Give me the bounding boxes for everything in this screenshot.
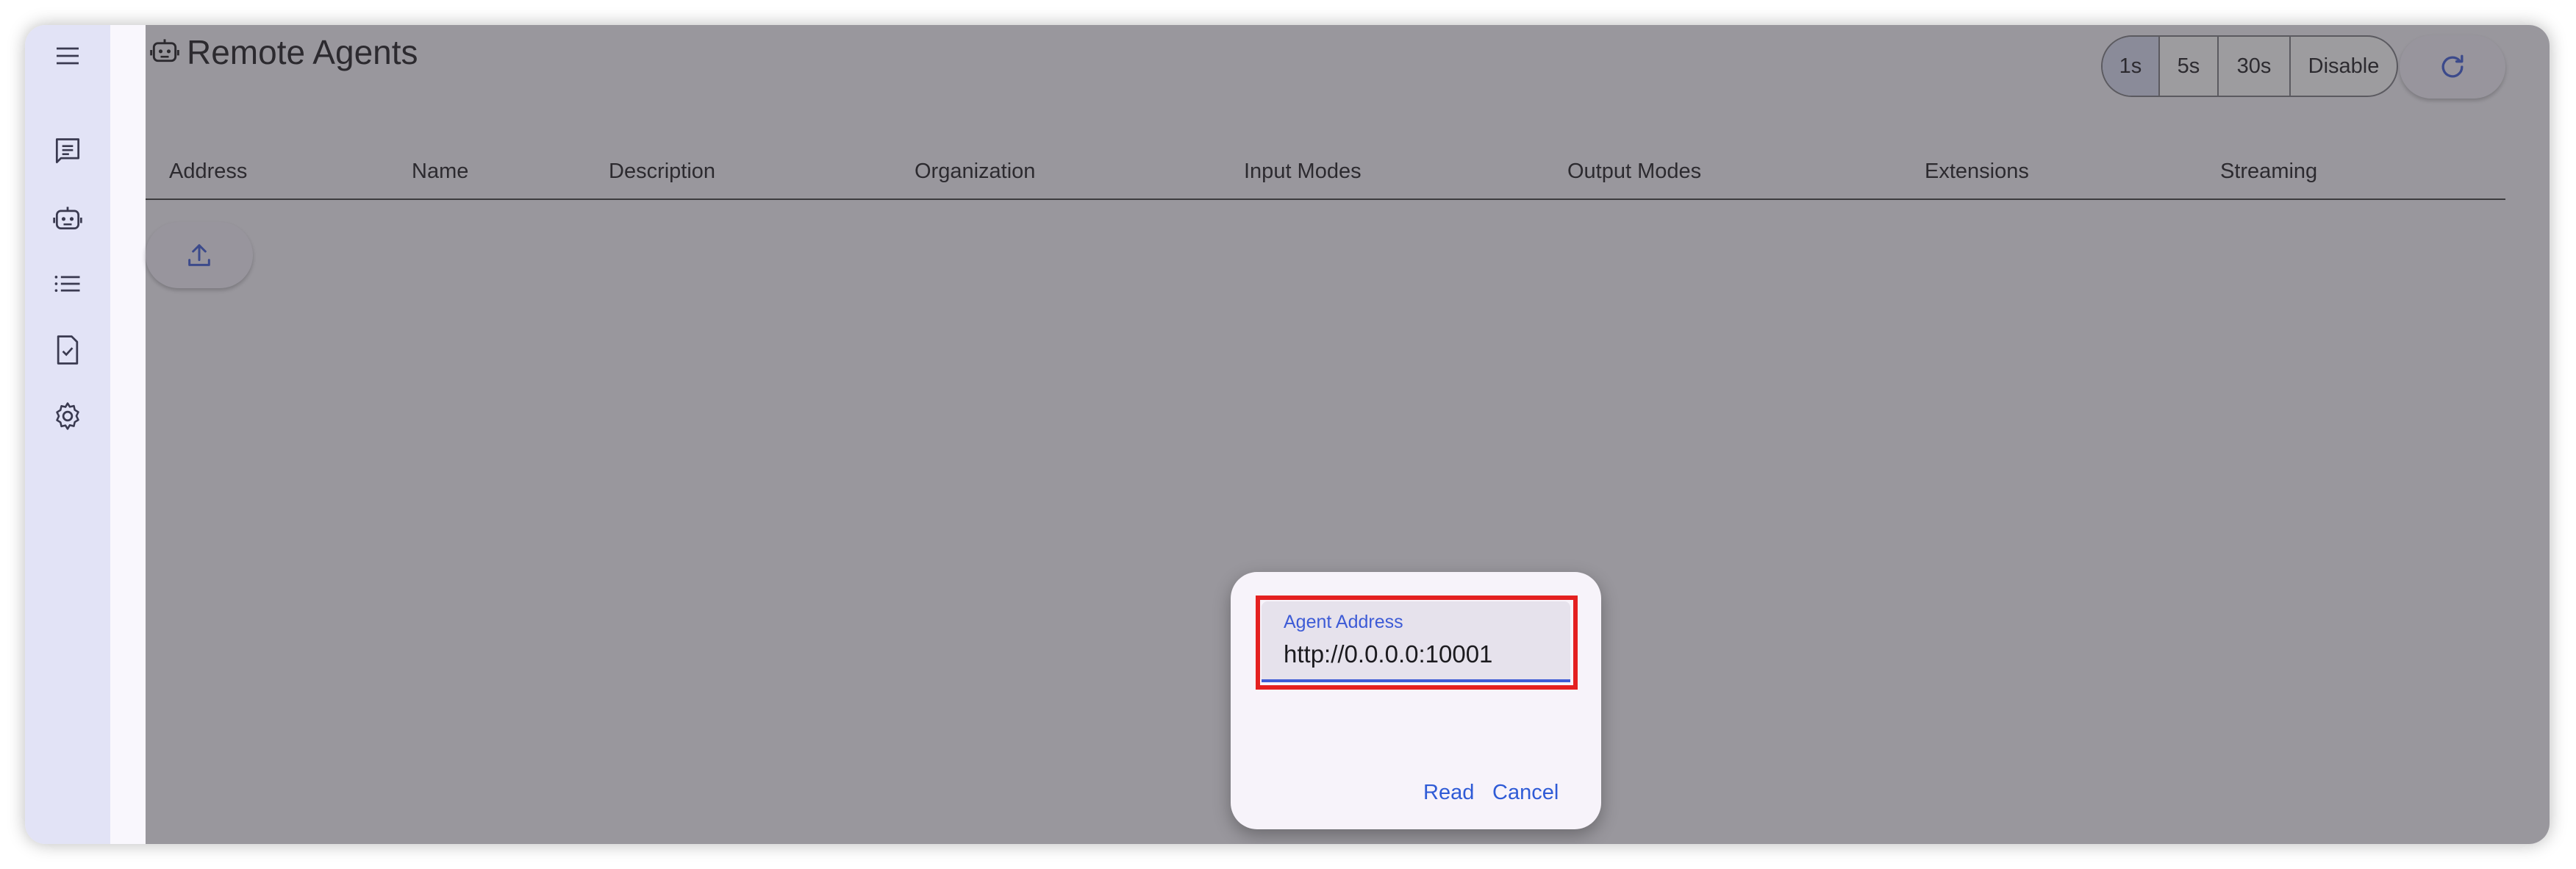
chat-icon[interactable]: [47, 131, 88, 172]
menu-icon[interactable]: [47, 35, 88, 76]
gear-icon[interactable]: [47, 396, 88, 437]
content-gutter: [110, 25, 146, 844]
agent-address-dialog: Agent Address Read Cancel: [1231, 572, 1601, 829]
cancel-button[interactable]: Cancel: [1492, 781, 1559, 805]
task-icon[interactable]: [47, 329, 88, 371]
read-button[interactable]: Read: [1423, 781, 1474, 805]
app-window: Remote Agents 1s 5s 30s Disable Address …: [25, 25, 2550, 844]
agent-address-label: Agent Address: [1284, 612, 1403, 632]
robot-icon[interactable]: [47, 197, 88, 238]
nav-rail: [25, 25, 110, 844]
agent-address-field[interactable]: Agent Address: [1262, 601, 1570, 682]
list-icon[interactable]: [47, 263, 88, 304]
agent-address-input[interactable]: [1284, 638, 1556, 670]
